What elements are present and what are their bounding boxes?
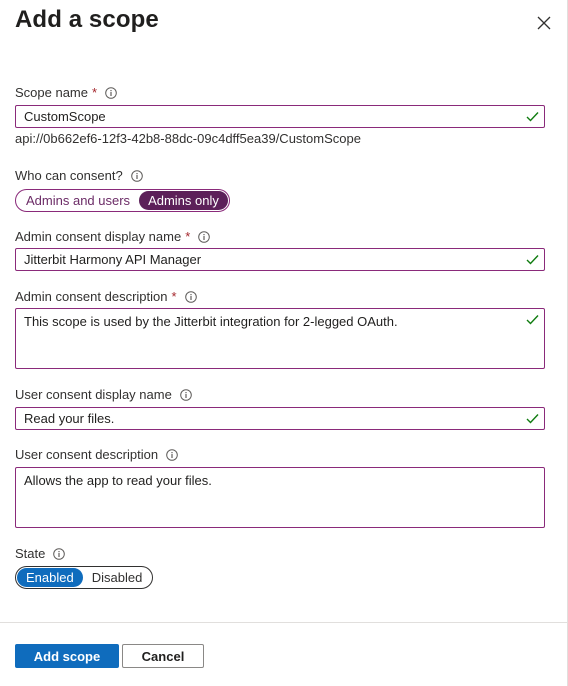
info-icon[interactable] [180, 388, 192, 401]
scope-name-input[interactable]: CustomScope [15, 105, 545, 128]
info-icon[interactable] [105, 86, 117, 99]
admin-description-value: This scope is used by the Jitterbit inte… [24, 314, 398, 329]
valid-check-icon [526, 414, 539, 424]
user-display-name-input[interactable]: Read your files. [15, 407, 545, 430]
add-scope-button[interactable]: Add scope [15, 644, 119, 668]
add-scope-panel: Add a scope Scope name * CustomScope api… [0, 0, 568, 686]
required-marker: * [171, 289, 177, 304]
scope-name-label-text: Scope name [15, 85, 88, 100]
state-option-disabled[interactable]: Disabled [83, 568, 152, 587]
user-display-name-label: User consent display name [15, 387, 192, 402]
info-icon[interactable] [184, 290, 197, 303]
consent-option-admins-only[interactable]: Admins only [139, 191, 228, 210]
info-icon[interactable] [166, 448, 178, 461]
user-description-value: Allows the app to read your files. [24, 473, 212, 488]
admin-display-name-label-text: Admin consent display name [15, 229, 182, 244]
user-description-label: User consent description [15, 447, 178, 462]
cancel-button[interactable]: Cancel [122, 644, 204, 668]
scope-uri: api://0b662ef6-12f3-42b8-88dc-09c4dff5ea… [15, 131, 361, 146]
admin-description-label: Admin consent description * [15, 289, 197, 304]
admin-description-textarea[interactable]: This scope is used by the Jitterbit inte… [15, 308, 545, 369]
consent-toggle: Admins and users Admins only [15, 189, 230, 212]
close-icon [537, 16, 551, 30]
admin-display-name-value: Jitterbit Harmony API Manager [24, 252, 202, 267]
user-description-textarea[interactable]: Allows the app to read your files. [15, 467, 545, 528]
valid-check-icon [526, 112, 539, 122]
scope-name-label: Scope name * [15, 85, 117, 100]
valid-check-icon [526, 255, 539, 265]
info-icon[interactable] [130, 169, 143, 182]
admin-display-name-input[interactable]: Jitterbit Harmony API Manager [15, 248, 545, 271]
footer-divider [0, 622, 568, 623]
user-description-label-text: User consent description [15, 447, 159, 462]
info-icon[interactable] [198, 230, 211, 243]
consent-label-text: Who can consent? [15, 168, 123, 183]
info-icon[interactable] [53, 547, 66, 560]
consent-option-admins-and-users[interactable]: Admins and users [17, 191, 139, 210]
panel-title: Add a scope [15, 6, 159, 33]
consent-label: Who can consent? [15, 168, 143, 183]
user-display-name-label-text: User consent display name [15, 387, 172, 402]
valid-check-icon [526, 315, 539, 325]
state-label-text: State [15, 546, 46, 561]
admin-display-name-label: Admin consent display name * [15, 229, 211, 244]
state-toggle: Enabled Disabled [15, 566, 154, 589]
state-option-enabled[interactable]: Enabled [17, 568, 83, 587]
user-display-name-value: Read your files. [24, 411, 115, 426]
required-marker: * [185, 229, 191, 244]
required-marker: * [92, 85, 98, 100]
admin-description-label-text: Admin consent description [15, 289, 168, 304]
close-button[interactable] [533, 12, 555, 34]
state-label: State [15, 546, 66, 561]
scope-name-value: CustomScope [24, 109, 106, 124]
